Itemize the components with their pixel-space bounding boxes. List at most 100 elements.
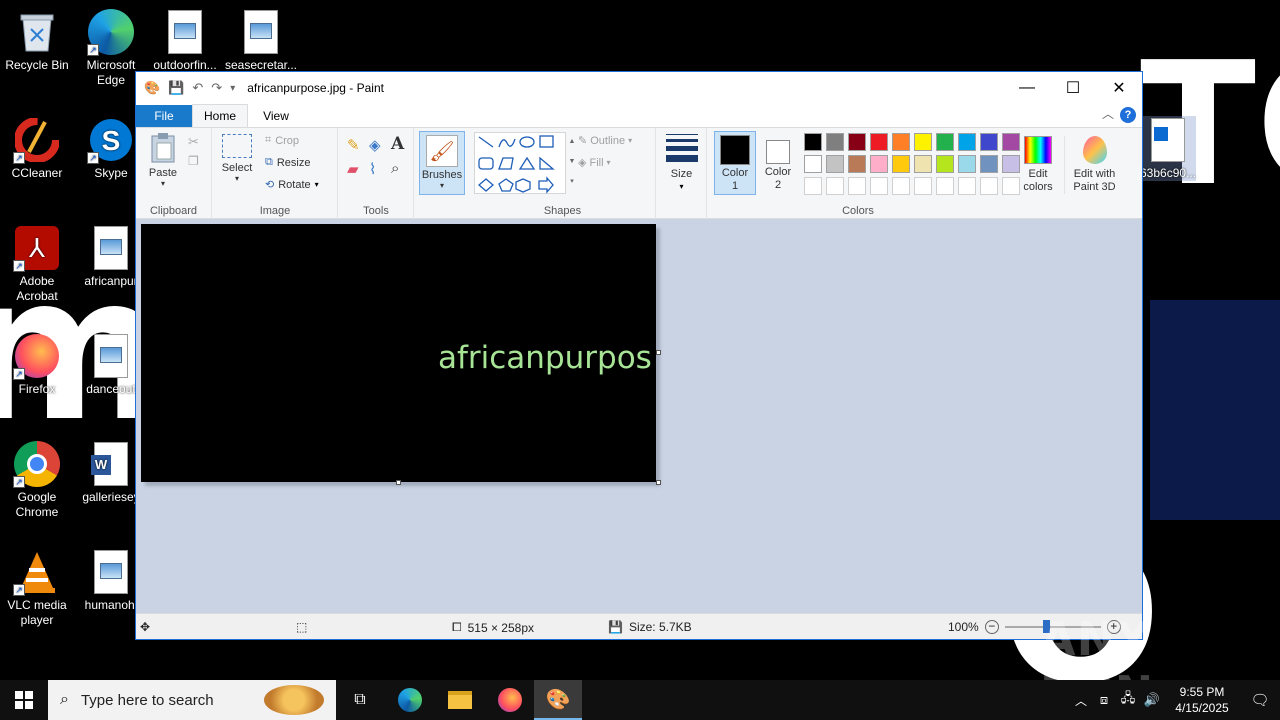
desktop-icon-vlc[interactable]: ↗ VLC media player xyxy=(0,548,74,628)
zoom-out-button[interactable]: − xyxy=(984,620,999,634)
palette-swatch[interactable] xyxy=(826,155,844,173)
palette-swatch[interactable] xyxy=(914,133,932,151)
shapes-gallery[interactable] xyxy=(474,132,566,194)
size-group[interactable]: Size ▾ xyxy=(657,128,707,219)
palette-swatch[interactable] xyxy=(914,177,932,195)
search-input[interactable]: Type here to search xyxy=(81,692,214,709)
palette-swatch[interactable] xyxy=(892,133,910,151)
paste-button[interactable]: Paste ▾ xyxy=(146,132,180,188)
palette-swatch[interactable] xyxy=(914,155,932,173)
copy-icon[interactable]: ❐ xyxy=(188,154,199,168)
rotate-button[interactable]: ⟲ Rotate ▾ xyxy=(265,178,319,192)
help-button[interactable]: ? xyxy=(1120,107,1136,123)
taskbar-file-explorer[interactable] xyxy=(436,680,484,720)
palette-swatch[interactable] xyxy=(804,133,822,151)
text-tool-icon[interactable]: A xyxy=(391,134,404,154)
color2-button[interactable]: Color 2 xyxy=(758,131,798,195)
desktop-icon-seasecretar[interactable]: seasecretar... xyxy=(224,8,298,73)
search-icon: ⌕ xyxy=(60,691,69,708)
shapes-scroll[interactable]: ▲ ▼ ▾ xyxy=(568,132,576,194)
palette-swatch[interactable] xyxy=(936,133,954,151)
network-icon[interactable]: 🖧 xyxy=(1116,689,1140,711)
show-hidden-icons[interactable]: ︿ xyxy=(1070,692,1092,709)
tab-home[interactable]: Home xyxy=(192,104,248,127)
brushes-dropdown-icon[interactable]: ▾ xyxy=(420,181,464,190)
brushes-button[interactable]: 🖌 Brushes ▾ xyxy=(419,131,465,195)
palette-swatch[interactable] xyxy=(848,155,866,173)
palette-swatch[interactable] xyxy=(980,177,998,195)
desktop-icon-label: Firefox xyxy=(18,382,56,396)
customize-qat-icon[interactable]: ▾ xyxy=(230,83,235,94)
size-dropdown-icon[interactable]: ▾ xyxy=(657,182,706,191)
pencil-icon[interactable]: ✎ xyxy=(347,136,360,154)
palette-swatch[interactable] xyxy=(892,177,910,195)
palette-swatch[interactable] xyxy=(870,155,888,173)
desktop-icon-label: 63b6c90... xyxy=(1140,166,1197,180)
desktop-icon-outdoorfin[interactable]: outdoorfin... xyxy=(148,8,222,73)
notifications-icon[interactable]: 🗨 xyxy=(1240,691,1280,709)
edit-paint3d-button[interactable]: Edit with Paint 3D xyxy=(1064,136,1124,194)
save-icon[interactable]: 💾 xyxy=(168,80,184,96)
taskbar-search[interactable]: ⌕ Type here to search xyxy=(48,680,336,720)
resize-handle-right[interactable] xyxy=(656,350,661,355)
resize-handle-corner[interactable] xyxy=(656,480,661,485)
crop-button[interactable]: ⌗ Crop xyxy=(265,134,299,147)
wallpaper-patch xyxy=(1150,300,1280,520)
palette-swatch[interactable] xyxy=(870,177,888,195)
desktop-icon-google-chrome[interactable]: ↗ Google Chrome xyxy=(0,440,74,520)
collapse-ribbon-icon[interactable]: ︿ xyxy=(1102,105,1114,122)
image-canvas[interactable]: africanpurpos xyxy=(141,224,656,482)
tab-view[interactable]: View xyxy=(248,104,304,127)
task-view-button[interactable]: ⧉ xyxy=(336,680,384,720)
palette-swatch[interactable] xyxy=(848,177,866,195)
desktop-icon-partial[interactable]: 63b6c90... xyxy=(1140,116,1196,181)
color1-button[interactable]: Color 1 xyxy=(714,131,756,195)
eraser-icon[interactable]: ▰ xyxy=(347,160,359,178)
resize-button[interactable]: ⧉ Resize xyxy=(265,156,310,169)
taskbar-firefox[interactable] xyxy=(486,680,534,720)
desktop-icon-recycle-bin[interactable]: Recycle Bin xyxy=(0,8,74,73)
palette-swatch[interactable] xyxy=(892,155,910,173)
desktop-icon-ccleaner[interactable]: ↗ CCleaner xyxy=(0,116,74,181)
image-file-icon xyxy=(94,550,128,594)
fill-button[interactable]: ◈ Fill ▾ xyxy=(578,156,611,170)
clock[interactable]: 9:55 PM 4/15/2025 xyxy=(1164,684,1240,716)
palette-swatch[interactable] xyxy=(980,133,998,151)
edit-colors-button[interactable]: Edit colors xyxy=(1018,136,1058,194)
fill-bucket-icon[interactable]: ◈ xyxy=(369,136,381,154)
volume-icon[interactable]: 🔊 xyxy=(1140,692,1164,708)
redo-icon[interactable]: ↷ xyxy=(211,80,222,96)
network-adapter-icon[interactable]: ⧈ xyxy=(1092,692,1116,708)
tab-file[interactable]: File xyxy=(136,105,192,127)
palette-swatch[interactable] xyxy=(936,177,954,195)
desktop-icon-adobe-acrobat[interactable]: ⅄ ↗ Adobe Acrobat xyxy=(0,224,74,304)
palette-swatch[interactable] xyxy=(804,155,822,173)
paste-icon xyxy=(151,133,175,163)
minimize-button[interactable]: — xyxy=(1004,73,1050,103)
palette-swatch[interactable] xyxy=(936,155,954,173)
palette-swatch[interactable] xyxy=(958,155,976,173)
color-picker-icon[interactable]: ⌇ xyxy=(369,160,376,178)
cut-icon[interactable]: ✂ xyxy=(188,134,199,150)
palette-swatch[interactable] xyxy=(804,177,822,195)
palette-swatch[interactable] xyxy=(870,133,888,151)
resize-handle-bottom[interactable] xyxy=(396,480,401,485)
desktop-icon-firefox[interactable]: ↗ Firefox xyxy=(0,332,74,397)
paste-dropdown-icon[interactable]: ▾ xyxy=(146,179,180,188)
palette-swatch[interactable] xyxy=(958,133,976,151)
taskbar-edge[interactable] xyxy=(386,680,434,720)
select-button[interactable]: Select ▾ xyxy=(219,134,255,183)
maximize-button[interactable]: ☐ xyxy=(1050,73,1096,103)
palette-swatch[interactable] xyxy=(826,177,844,195)
palette-swatch[interactable] xyxy=(958,177,976,195)
magnifier-icon[interactable]: ⌕ xyxy=(391,160,399,177)
palette-swatch[interactable] xyxy=(980,155,998,173)
palette-swatch[interactable] xyxy=(848,133,866,151)
outline-button[interactable]: ✎ Outline ▾ xyxy=(578,134,632,148)
taskbar-paint[interactable]: 🎨 xyxy=(534,680,582,720)
undo-icon[interactable]: ↶ xyxy=(192,80,203,96)
palette-swatch[interactable] xyxy=(826,133,844,151)
select-dropdown-icon[interactable]: ▾ xyxy=(219,174,255,183)
close-button[interactable]: ✕ xyxy=(1096,73,1142,103)
start-button[interactable] xyxy=(0,680,48,720)
